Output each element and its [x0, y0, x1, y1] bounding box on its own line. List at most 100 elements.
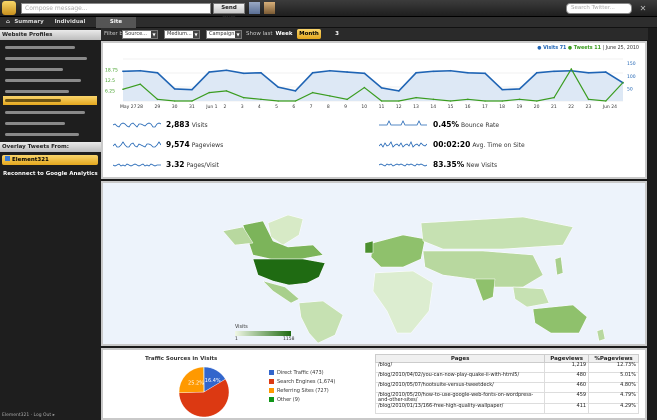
pie-legend-item: Direct Traffic (473)	[269, 370, 324, 376]
compose-message-input[interactable]: Compose message...	[21, 3, 211, 14]
visits-point	[277, 86, 280, 89]
map-legend-max: 1158	[283, 337, 295, 342]
visits-point	[328, 69, 331, 72]
tweets-point	[553, 96, 555, 99]
pie-legend-item: Other (9)	[269, 397, 300, 403]
visits-point	[122, 70, 124, 73]
visits-point	[191, 88, 193, 91]
page-path[interactable]: /blog/2010/05/07/hootsuite-versus-tweetd…	[374, 382, 546, 393]
website-profile-item[interactable]	[3, 119, 97, 128]
page-path[interactable]: /blog/2010/01/13/166-free-high-quality-w…	[374, 403, 546, 414]
sparkline-path	[379, 163, 427, 167]
tab-site-analytics[interactable]: Site Analytics	[96, 17, 136, 36]
close-icon[interactable]: ✕	[636, 3, 650, 14]
table-row[interactable]: /blog/2010/05/20/how-to-use-google-web-f…	[374, 392, 639, 404]
map-region-new-zealand	[596, 328, 606, 342]
map-region-japan	[554, 256, 564, 276]
home-icon[interactable]: ⌂	[2, 17, 14, 28]
tweets-point	[604, 100, 607, 102]
visits-area	[123, 70, 623, 101]
x-tick-label: 8	[327, 104, 330, 110]
tweets-point	[432, 98, 435, 101]
send-now-button[interactable]: Send Now	[213, 3, 245, 20]
column-header-pages[interactable]: Pages	[374, 354, 546, 363]
visits-tweets-line-chart: 18.7512.56.2515010050May 27 28 29 30 31 Jun 1…	[105, 58, 636, 110]
visits-chart-panel: ● Visits 71 ● Tweets 11 | June 25, 2010 …	[101, 41, 647, 179]
y-right-tick-label: 150	[627, 61, 636, 67]
medium-select[interactable]: Medium... ▼	[164, 30, 200, 39]
website-profile-item[interactable]	[3, 108, 97, 117]
tab-summary[interactable]: Summary	[14, 17, 44, 28]
period-month-button[interactable]: Month	[297, 29, 321, 39]
pie-slice-label: 25.2%	[188, 381, 204, 387]
visits-point	[484, 72, 486, 75]
reconnect-google-analytics-link[interactable]: Reconnect to Google Analytics	[3, 171, 98, 177]
website-profile-item-selected[interactable]	[3, 96, 97, 105]
period-3-months-button[interactable]: 3 Months	[323, 29, 351, 47]
x-tick-label: 22	[568, 104, 574, 110]
y-right-tick-label: 100	[627, 74, 636, 80]
x-tick-label: 6	[292, 104, 295, 110]
new-visits-sparkline	[379, 163, 427, 167]
x-tick-label: 11	[379, 104, 385, 110]
map-region-australia	[532, 304, 588, 334]
source-select[interactable]: Source... ▼	[122, 30, 158, 39]
table-row[interactable]: /blog/2010/04/02/you-can-now-play-quake-…	[374, 372, 639, 383]
percent-value: 4.80%	[588, 382, 639, 393]
table-row[interactable]: /blog/2010/05/07/hootsuite-versus-tweetd…	[374, 382, 639, 393]
x-tick-label: 2	[223, 104, 226, 110]
pie-legend-item: Referring Sites (727)	[269, 388, 329, 394]
tweets-point	[622, 81, 624, 84]
website-profile-item[interactable]	[3, 87, 97, 96]
website-profile-item[interactable]	[3, 65, 97, 74]
x-tick-label: 19	[517, 104, 523, 110]
campaign-select[interactable]: Campaign... ▼	[206, 30, 242, 39]
x-tick-label: 9	[344, 104, 347, 110]
search-twitter-input[interactable]: Search Twitter...	[566, 3, 632, 14]
x-tick-label: 31	[189, 104, 195, 110]
period-week-button[interactable]: Week	[273, 29, 295, 39]
world-visits-map[interactable]	[103, 183, 645, 344]
overlay-account-item[interactable]: Element321	[2, 155, 98, 165]
website-profile-item[interactable]	[3, 54, 97, 63]
pageviews-value: 459	[544, 392, 590, 404]
page-path[interactable]: /blog/2010/05/20/how-to-use-google-web-f…	[374, 392, 546, 404]
avatar[interactable]	[249, 2, 260, 14]
table-row[interactable]: /blog/2010/01/13/166-free-high-quality-w…	[374, 403, 639, 414]
pie-legend-label: Other (9)	[277, 397, 300, 403]
metric-avg-time-label: Avg. Time on Site	[472, 142, 525, 149]
website-profile-item[interactable]	[3, 43, 97, 52]
x-tick-label: 10	[361, 104, 367, 110]
percent-value: 12.73%	[588, 362, 639, 373]
percent-value: 4.29%	[588, 403, 639, 414]
visits-point	[397, 90, 400, 92]
legend-tweets: ● Tweets 11	[567, 46, 601, 51]
tab-individual-message[interactable]: Individual Message	[44, 17, 96, 36]
sidebar: Website Profiles Overlay Tweets From: El…	[0, 28, 101, 420]
page-path[interactable]: /blog/2010/04/02/you-can-now-play-quake-…	[374, 372, 546, 383]
website-profile-item[interactable]	[3, 130, 97, 139]
tweets-point	[208, 91, 211, 94]
tweets-point	[380, 100, 383, 102]
hootsuite-owl-icon[interactable]	[2, 1, 16, 15]
metric-avg-time-on-site: 00:02:20 Avg. Time on Site	[433, 140, 525, 149]
table-row[interactable]: /blog/1,219 12.73%	[374, 362, 639, 373]
chart-legend: ● Visits 71 ● Tweets 11 | June 25, 2010	[537, 46, 639, 51]
map-legend-min: 1	[235, 337, 238, 342]
account-footer[interactable]: Element321 · Log Out ▸	[0, 411, 101, 420]
pie-legend-label: Search Engines (1,674)	[277, 379, 336, 385]
metric-bounce-rate-value: 0.45%	[433, 120, 460, 129]
legend-swatch	[269, 397, 274, 402]
avatar[interactable]	[264, 2, 275, 14]
visits-point	[432, 70, 435, 73]
tweets-point	[484, 100, 486, 102]
page-path[interactable]: /blog/	[374, 362, 546, 373]
tweets-point	[225, 90, 228, 92]
x-tick-label: Jun 1	[205, 104, 217, 110]
tweets-point	[260, 98, 262, 101]
x-tick-label: 7	[310, 104, 313, 110]
chart-date-label: | June 25, 2010	[602, 46, 640, 51]
tweets-point	[587, 98, 590, 101]
website-profile-item[interactable]	[3, 76, 97, 85]
visits-point	[535, 71, 538, 74]
